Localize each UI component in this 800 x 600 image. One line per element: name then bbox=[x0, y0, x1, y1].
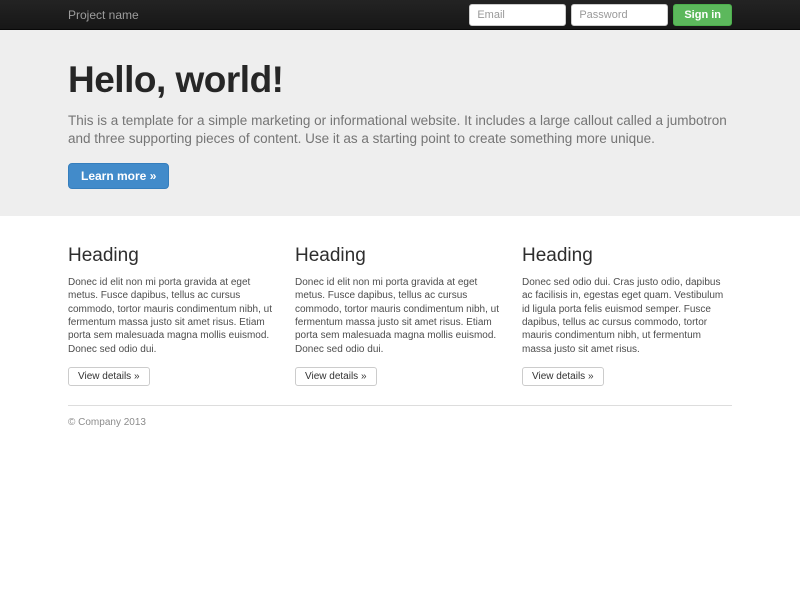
column-body-text: Donec id elit non mi porta gravida at eg… bbox=[295, 276, 499, 355]
column-body-text: Donec id elit non mi porta gravida at eg… bbox=[68, 276, 272, 355]
view-details-button-2[interactable]: View details » bbox=[295, 367, 377, 387]
marketing-column-2: Heading Donec id elit non mi porta gravi… bbox=[295, 244, 505, 387]
marketing-column-3: Heading Donec sed odio dui. Cras justo o… bbox=[522, 244, 732, 387]
copyright-text: © Company 2013 bbox=[68, 417, 146, 429]
column-body-text: Donec sed odio dui. Cras justo odio, dap… bbox=[522, 276, 724, 355]
marketing-column-1: Heading Donec id elit non mi porta gravi… bbox=[68, 244, 278, 387]
view-details-button-1[interactable]: View details » bbox=[68, 367, 150, 387]
hero-title: Hello, world! bbox=[68, 59, 284, 100]
password-field[interactable] bbox=[571, 3, 669, 26]
footer: © Company 2013 bbox=[68, 405, 732, 428]
column-heading: Heading bbox=[295, 244, 366, 266]
view-details-button-3[interactable]: View details » bbox=[522, 367, 604, 387]
footer-divider bbox=[68, 405, 732, 407]
signin-form: Sign in bbox=[469, 3, 732, 26]
jumbotron: Hello, world! This is a template for a s… bbox=[0, 30, 800, 216]
column-heading: Heading bbox=[522, 244, 593, 266]
email-field[interactable] bbox=[469, 3, 567, 26]
navbar-brand[interactable]: Project name bbox=[68, 8, 139, 22]
marketing-section: Heading Donec id elit non mi porta gravi… bbox=[68, 245, 732, 428]
hero-description: This is a template for a simple marketin… bbox=[68, 112, 727, 146]
learn-more-button[interactable]: Learn more » bbox=[68, 162, 170, 189]
navbar: Project name Sign in bbox=[0, 0, 800, 30]
column-heading: Heading bbox=[68, 244, 139, 266]
sign-in-button[interactable]: Sign in bbox=[673, 3, 732, 26]
